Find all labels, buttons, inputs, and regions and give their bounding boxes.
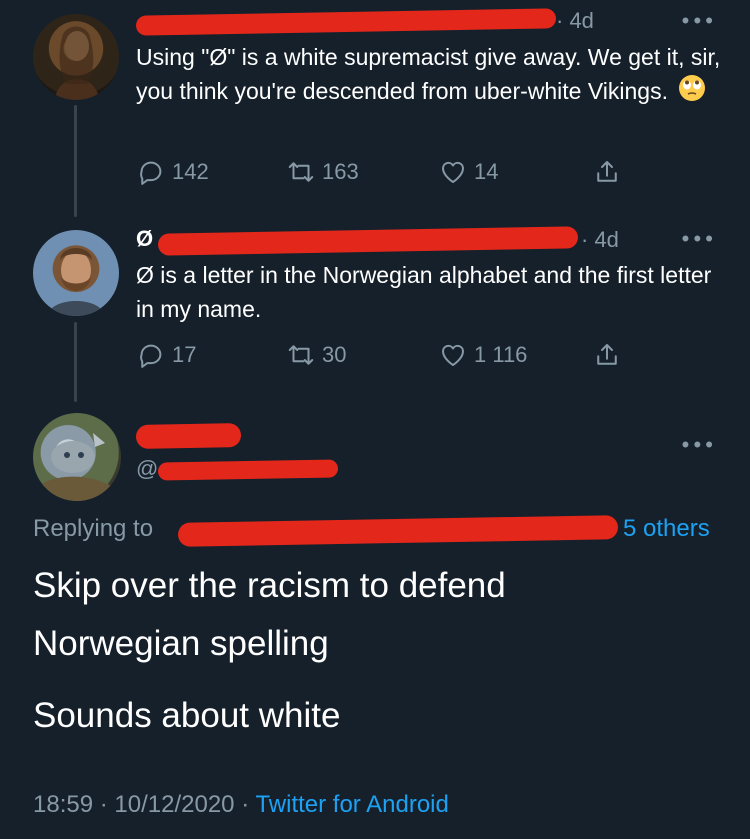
redaction-mark [157, 459, 339, 481]
author-name[interactable]: Ø [136, 226, 153, 252]
avatar[interactable] [33, 14, 119, 100]
like-button[interactable]: 14 [438, 157, 498, 187]
thread-line [74, 322, 77, 402]
reply-button[interactable]: 142 [136, 157, 209, 187]
redaction-mark [135, 423, 242, 449]
author-handle[interactable]: @ [136, 456, 376, 486]
separator-dot: · [241, 791, 256, 818]
share-button[interactable] [592, 340, 622, 370]
reply-icon [140, 344, 162, 368]
tweet-timestamp[interactable]: · 4d [581, 227, 619, 253]
reply-icon [140, 161, 162, 185]
reply-count: 17 [172, 342, 197, 367]
more-horizontal-icon[interactable]: • • • [682, 8, 713, 34]
redaction-mark [135, 8, 557, 36]
heart-icon [441, 344, 465, 366]
retweet-icon [288, 345, 314, 365]
separator-dot: · [99, 791, 115, 818]
like-count: 1 116 [474, 342, 528, 367]
avatar[interactable] [33, 413, 121, 501]
retweet-count: 30 [322, 342, 347, 367]
tweet-header: · 4d [135, 8, 656, 36]
like-button[interactable]: 1 116 [438, 340, 527, 370]
tweet-meta: 18:59 · 10/12/2020 · Twitter for Android [33, 791, 449, 819]
tweet-date[interactable]: 10/12/2020 [114, 791, 234, 818]
tweet-text-line: Skip over the racism to defend [33, 566, 506, 605]
more-horizontal-icon[interactable]: • • • [682, 226, 713, 252]
retweet-count: 163 [322, 159, 359, 184]
reply-count: 142 [172, 159, 209, 184]
heart-icon [441, 161, 465, 183]
tweet-time[interactable]: 18:59 [33, 791, 93, 818]
tweet-text: Using "Ø" is a white supremacist give aw… [136, 40, 726, 111]
share-icon [597, 344, 617, 365]
replying-to-label: Replying to [33, 515, 154, 542]
tweet-header: Ø · 4d [136, 226, 656, 256]
retweet-icon [288, 162, 314, 182]
tweet-text-line: Sounds about white [33, 696, 341, 735]
tweet-text-line: Norwegian spelling [33, 624, 329, 663]
author-name-redacted[interactable] [135, 422, 366, 452]
share-button[interactable] [592, 157, 622, 187]
like-count: 14 [474, 159, 499, 184]
replying-to: Replying to 5 others [33, 515, 713, 547]
mention-others-link[interactable]: 5 others [623, 515, 710, 543]
tweet-text: Ø is a letter in the Norwegian alphabet … [136, 262, 712, 322]
redaction-mark [157, 226, 579, 256]
tweet-timestamp[interactable]: · 4d [556, 8, 594, 34]
redaction-mark [177, 515, 619, 547]
thread-line [74, 105, 77, 217]
share-icon [597, 161, 617, 182]
retweet-button[interactable]: 30 [286, 340, 346, 370]
retweet-button[interactable]: 163 [286, 157, 359, 187]
avatar[interactable] [33, 230, 119, 316]
more-horizontal-icon[interactable]: • • • [682, 432, 713, 458]
face-with-rolling-eyes-icon [678, 74, 706, 111]
tweet-source-link[interactable]: Twitter for Android [255, 791, 448, 818]
reply-button[interactable]: 17 [136, 340, 196, 370]
